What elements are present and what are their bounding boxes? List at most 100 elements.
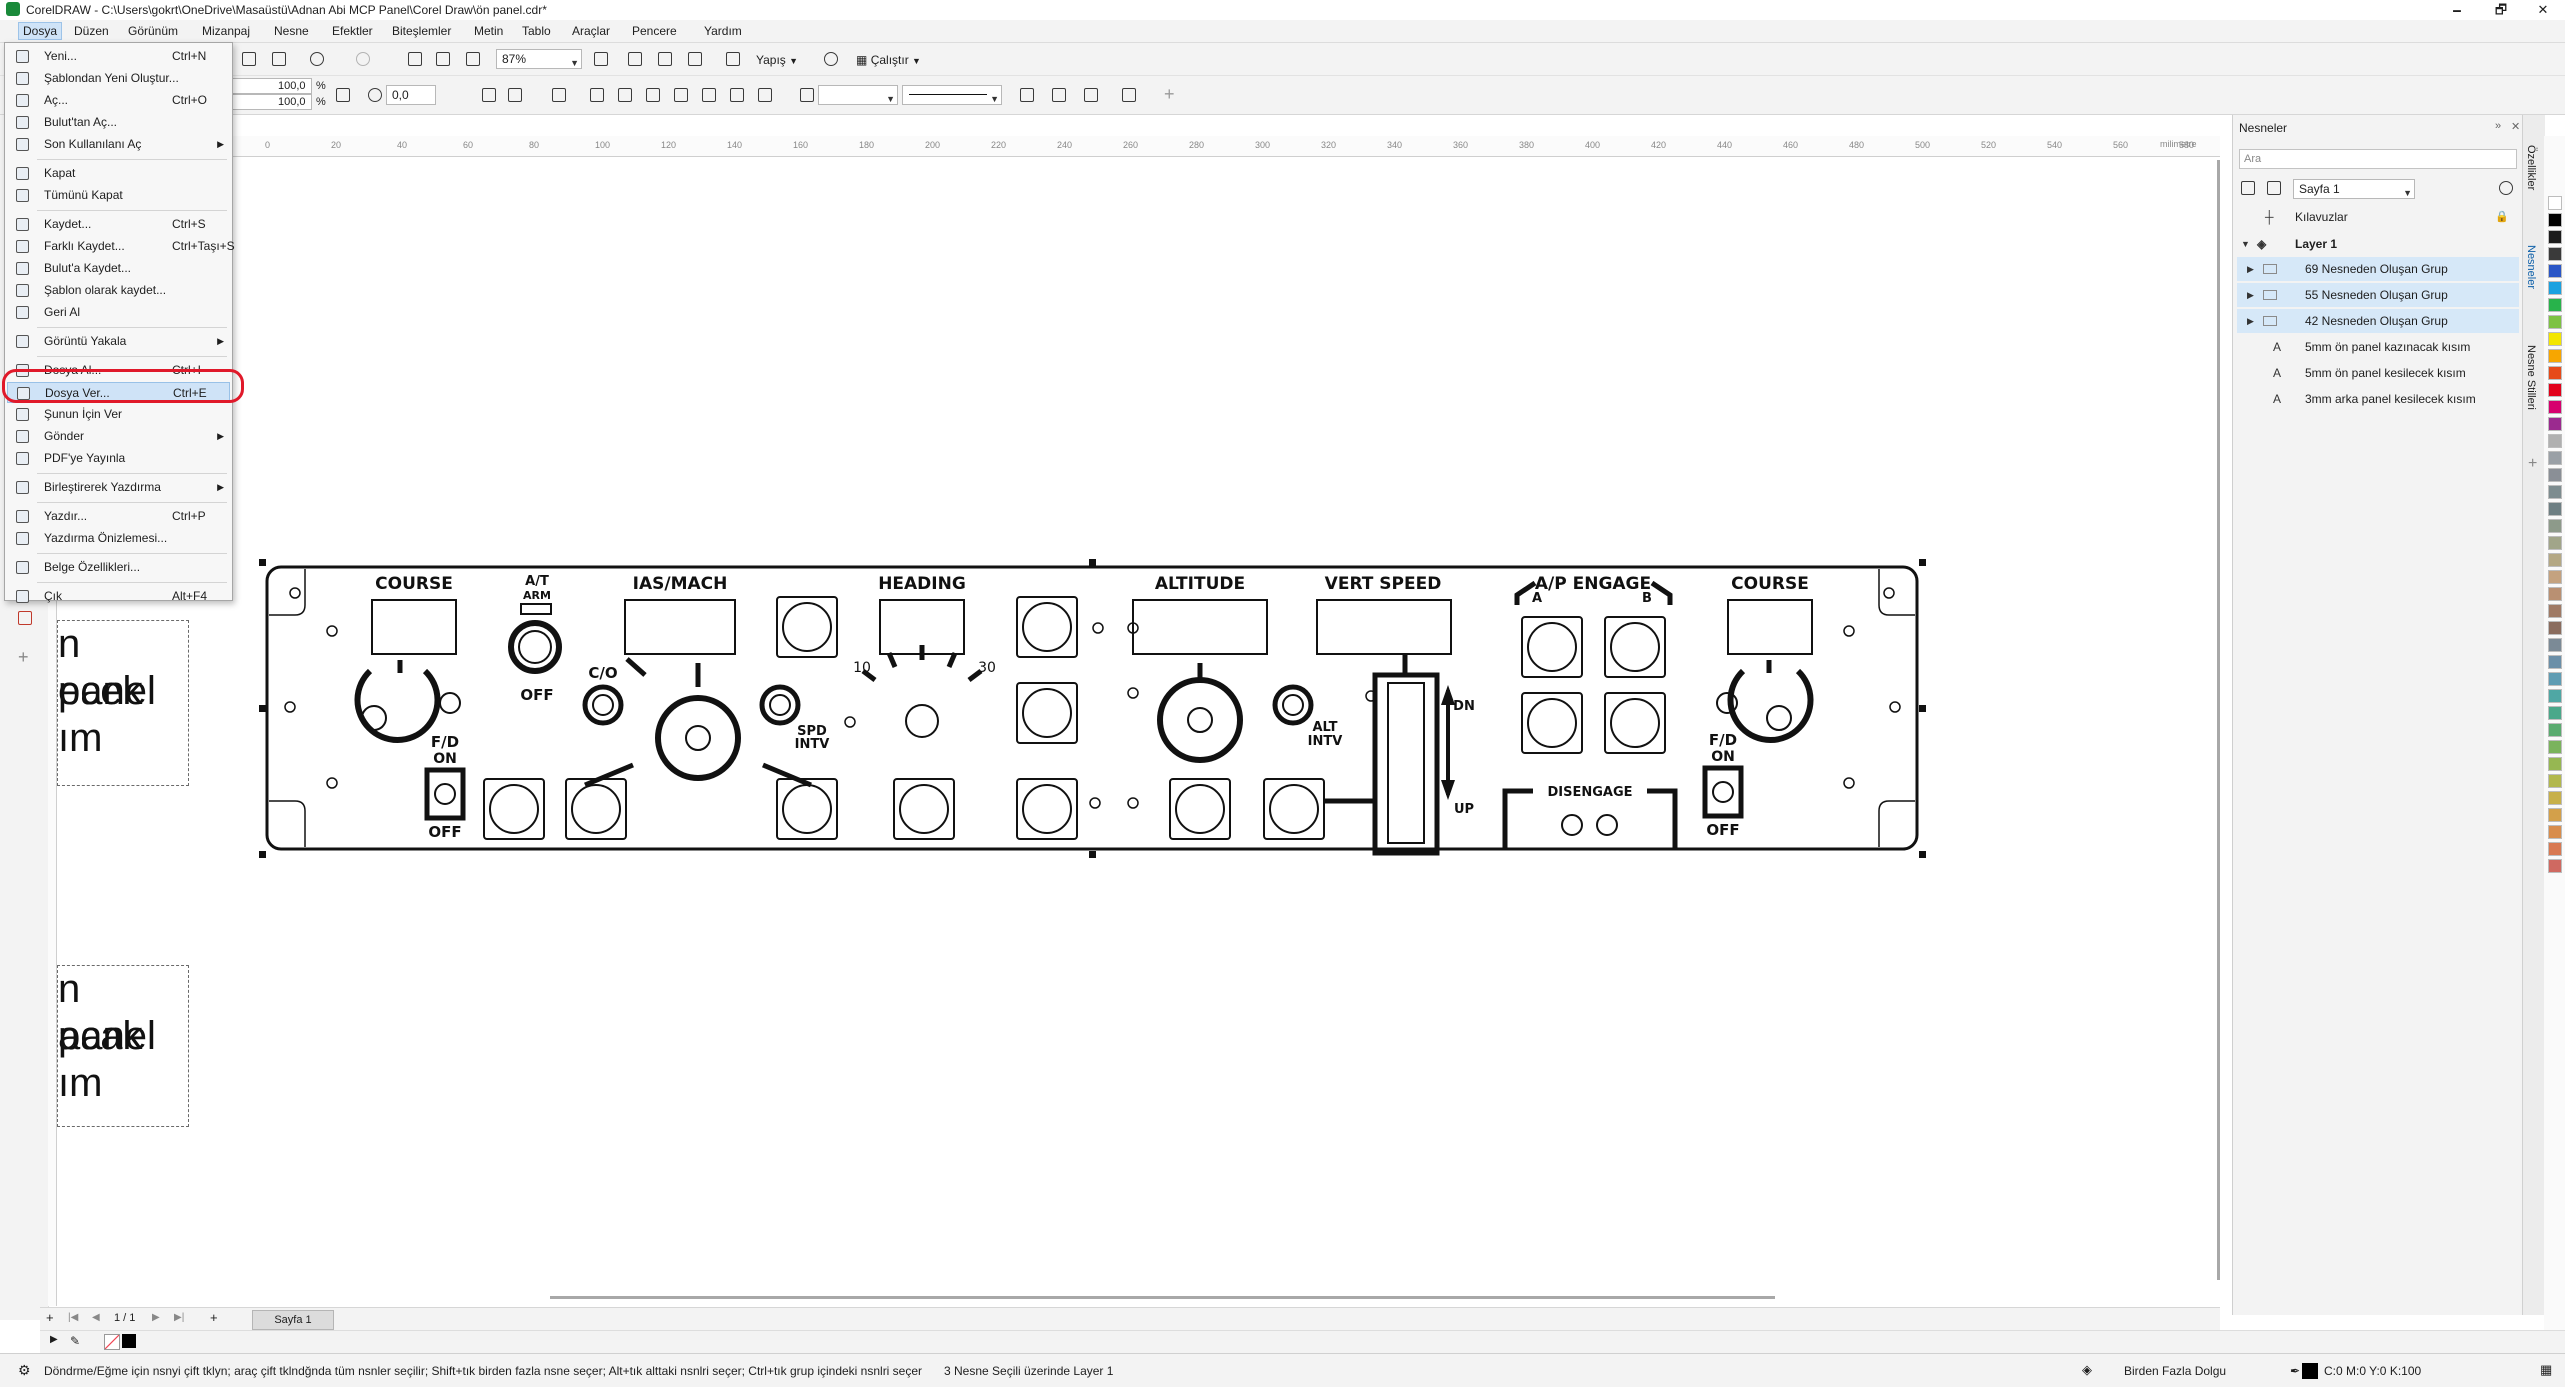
- color-swatch[interactable]: [2548, 553, 2562, 567]
- color-swatch[interactable]: [2548, 468, 2562, 482]
- eyedropper-icon[interactable]: ✎: [70, 1334, 80, 1348]
- horizontal-scrollbar[interactable]: [550, 1296, 1775, 1299]
- page-selector[interactable]: Sayfa 1 ▼: [2293, 179, 2415, 199]
- color-swatch[interactable]: [2548, 281, 2562, 295]
- file-menu-item[interactable]: PDF'ye Yayınla: [7, 448, 230, 469]
- pen-icon[interactable]: [796, 84, 818, 106]
- color-swatch[interactable]: [2548, 587, 2562, 601]
- text-frame-1[interactable]: n panel ecek ım: [57, 620, 189, 786]
- add-page-icon[interactable]: +: [46, 1310, 54, 1325]
- ungroup-icon[interactable]: [614, 84, 636, 106]
- paste-icon[interactable]: [268, 48, 290, 70]
- outline-color-swatch[interactable]: [2302, 1363, 2318, 1379]
- intersect-icon[interactable]: [698, 84, 720, 106]
- menu-7[interactable]: Metin: [470, 23, 507, 39]
- gear-icon[interactable]: ⚙: [18, 1362, 31, 1379]
- file-menu-item[interactable]: Bulut'tan Aç...: [7, 112, 230, 133]
- color-swatch[interactable]: [2548, 349, 2562, 363]
- gear-icon[interactable]: [2495, 177, 2517, 199]
- color-swatch[interactable]: [2548, 366, 2562, 380]
- properties-tab[interactable]: Özellikler: [2525, 145, 2537, 190]
- guides-icon[interactable]: [684, 48, 706, 70]
- color-swatch[interactable]: [2548, 451, 2562, 465]
- color-swatch[interactable]: [2548, 417, 2562, 431]
- import-icon[interactable]: [404, 48, 426, 70]
- objects-tab[interactable]: Nesneler: [2525, 245, 2537, 289]
- object-row[interactable]: ▶ 69 Nesneden Oluşan Grup: [2237, 257, 2519, 281]
- file-menu-item[interactable]: Son Kullanılanı Aç ▶: [7, 134, 230, 155]
- color-swatch[interactable]: [2548, 808, 2562, 822]
- color-swatch[interactable]: [2548, 604, 2562, 618]
- collapse-icon[interactable]: »: [2495, 120, 2501, 132]
- color-swatch[interactable]: [2548, 230, 2562, 244]
- minimize-button[interactable]: 🗕: [2435, 0, 2479, 20]
- prev-page-icon[interactable]: ◀: [92, 1312, 100, 1323]
- add-page-end-icon[interactable]: +: [210, 1310, 218, 1325]
- outline-width-field[interactable]: ▼: [818, 85, 898, 105]
- menu-8[interactable]: Tablo: [518, 23, 555, 39]
- menu-0[interactable]: Dosya: [18, 22, 63, 40]
- color-swatch[interactable]: [2548, 706, 2562, 720]
- color-swatch[interactable]: [2548, 264, 2562, 278]
- color-swatch[interactable]: [2548, 757, 2562, 771]
- horizontal-ruler[interactable]: 0 20 40 60 80 100 120 140 160 180 200 220 240 260 280 3…: [230, 136, 2220, 157]
- object-row[interactable]: A 5mm ön panel kesilecek kısım: [2237, 361, 2519, 385]
- object-row[interactable]: A 5mm ön panel kazınacak kısım: [2237, 335, 2519, 359]
- first-page-icon[interactable]: |◀: [68, 1312, 78, 1323]
- add-tool-icon[interactable]: +: [18, 647, 29, 668]
- object-row[interactable]: ▶ 42 Nesneden Oluşan Grup: [2237, 309, 2519, 333]
- color-swatch[interactable]: [2548, 791, 2562, 805]
- vertical-scrollbar[interactable]: [2217, 160, 2220, 1280]
- no-color-swatch[interactable]: [104, 1334, 120, 1350]
- color-swatch[interactable]: [2548, 621, 2562, 635]
- file-menu-item[interactable]: Şablon olarak kaydet...: [7, 280, 230, 301]
- align-icon[interactable]: [548, 84, 570, 106]
- color-swatch[interactable]: [2548, 502, 2562, 516]
- file-menu-item[interactable]: Kaydet... Ctrl+S: [7, 214, 230, 235]
- color-swatch[interactable]: [2548, 400, 2562, 414]
- file-menu-item[interactable]: Aç... Ctrl+O: [7, 90, 230, 111]
- fit-page-icon[interactable]: [590, 48, 612, 70]
- menu-5[interactable]: Efektler: [328, 23, 377, 39]
- snap-dropdown[interactable]: Yapış ▼: [756, 53, 798, 67]
- chevron-down-icon[interactable]: ▼: [2241, 232, 2250, 256]
- text-frame-2[interactable]: n panel acak ım: [57, 965, 189, 1127]
- shape-icon[interactable]: [1080, 84, 1102, 106]
- last-page-icon[interactable]: ▶|: [174, 1312, 184, 1323]
- rotation-field[interactable]: 0,0: [386, 85, 436, 105]
- color-swatch[interactable]: [2548, 247, 2562, 261]
- lock-icon[interactable]: 🔒: [2495, 205, 2509, 229]
- file-menu-item[interactable]: Şunun İçin Ver: [7, 404, 230, 425]
- scale-x-field[interactable]: 100,0: [232, 78, 312, 94]
- color-swatch[interactable]: [2548, 332, 2562, 346]
- restore-button[interactable]: 🗗: [2479, 0, 2523, 20]
- page-tab[interactable]: Sayfa 1: [252, 1310, 334, 1330]
- menu-9[interactable]: Araçlar: [568, 23, 614, 39]
- object-row[interactable]: A 3mm arka panel kesilecek kısım: [2237, 387, 2519, 411]
- color-swatch[interactable]: [2548, 536, 2562, 550]
- chevron-right-icon[interactable]: ▶: [50, 1334, 58, 1345]
- close-docker-icon[interactable]: ✕: [2511, 120, 2520, 133]
- file-menu-item[interactable]: Yazdır... Ctrl+P: [7, 506, 230, 527]
- pdf-icon[interactable]: [462, 48, 484, 70]
- scale-y-field[interactable]: 100,0: [232, 94, 312, 110]
- snap-icon[interactable]: [722, 48, 744, 70]
- next-page-icon[interactable]: ▶: [152, 1312, 160, 1323]
- layer-1-row[interactable]: ▼ ◈ Layer 1: [2237, 232, 2519, 256]
- plus-icon[interactable]: +: [1164, 84, 1175, 105]
- objects-search-input[interactable]: Ara: [2239, 149, 2517, 169]
- menu-1[interactable]: Düzen: [70, 23, 113, 39]
- file-menu-item[interactable]: Farklı Kaydet... Ctrl+Taşı+S: [7, 236, 235, 257]
- front-minus-back-icon[interactable]: [754, 84, 776, 106]
- file-menu-item[interactable]: Gönder ▶: [7, 426, 230, 447]
- color-swatch[interactable]: [2548, 315, 2562, 329]
- file-menu-item[interactable]: Yazdırma Önizlemesi...: [7, 528, 230, 549]
- color-swatch[interactable]: [2548, 774, 2562, 788]
- color-swatch[interactable]: [2548, 672, 2562, 686]
- color-swatch[interactable]: [2548, 570, 2562, 584]
- file-menu-item[interactable]: Çık Alt+F4: [7, 586, 230, 607]
- gear-icon[interactable]: [820, 48, 842, 70]
- menu-3[interactable]: Mizanpaj: [198, 23, 254, 39]
- menu-2[interactable]: Görünüm: [124, 23, 182, 39]
- wrap-text-icon[interactable]: [1118, 84, 1140, 106]
